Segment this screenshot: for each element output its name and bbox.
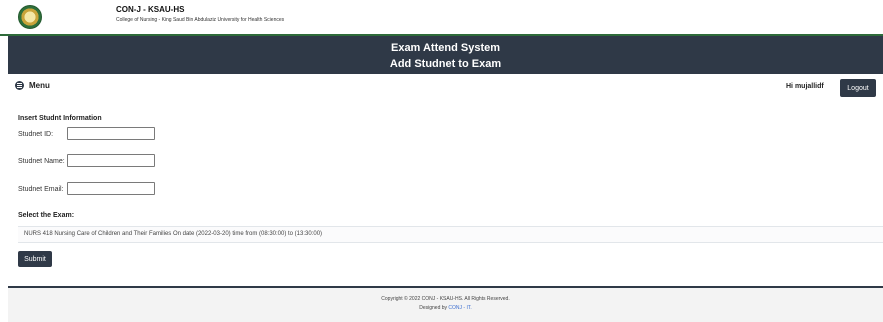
top-brand-bar: CON-J - KSAU-HS College of Nursing - Kin…: [0, 0, 883, 36]
page-footer: Copyright © 2022 CONJ - KSAU-HS. All Rig…: [8, 286, 883, 322]
student-name-input[interactable]: [67, 154, 155, 167]
menu-icon: [15, 81, 24, 90]
system-title: Exam Attend System: [390, 42, 501, 54]
designed-by-link[interactable]: CONJ - IT.: [448, 305, 471, 311]
exam-select-label: Select the Exam:: [18, 212, 75, 219]
student-email-label: Studnet Email:: [18, 186, 64, 193]
menu-label: Menu: [29, 81, 50, 90]
student-name-label: Studnet Name:: [18, 158, 65, 165]
footer-designed-by: Designed by CONJ - IT.: [8, 305, 883, 311]
student-id-label: Studnet ID:: [18, 131, 54, 138]
student-email-input[interactable]: [67, 182, 155, 195]
footer-copyright: Copyright © 2022 CONJ - KSAU-HS. All Rig…: [381, 296, 510, 302]
brand-subtitle: College of Nursing - King Saud Bin Abdul…: [116, 17, 285, 23]
logout-button[interactable]: Logout: [840, 79, 876, 97]
brand-title: CON-J - KSAU-HS: [116, 5, 185, 14]
student-id-input[interactable]: [67, 127, 155, 140]
page-banner: Exam Attend System Add Studnet to Exam: [8, 36, 883, 74]
user-greeting: Hi mujallidf: [786, 83, 824, 90]
submit-button[interactable]: Submit: [18, 251, 52, 267]
college-logo: [18, 5, 42, 29]
page-title: Add Studnet to Exam: [389, 58, 502, 70]
exam-select[interactable]: NURS 418 Nursing Care of Children and Th…: [18, 226, 883, 243]
menu-toggle[interactable]: Menu: [15, 81, 50, 90]
form-section-title: Insert Studnt Information: [18, 115, 102, 122]
designed-by-prefix: Designed by: [419, 305, 448, 311]
